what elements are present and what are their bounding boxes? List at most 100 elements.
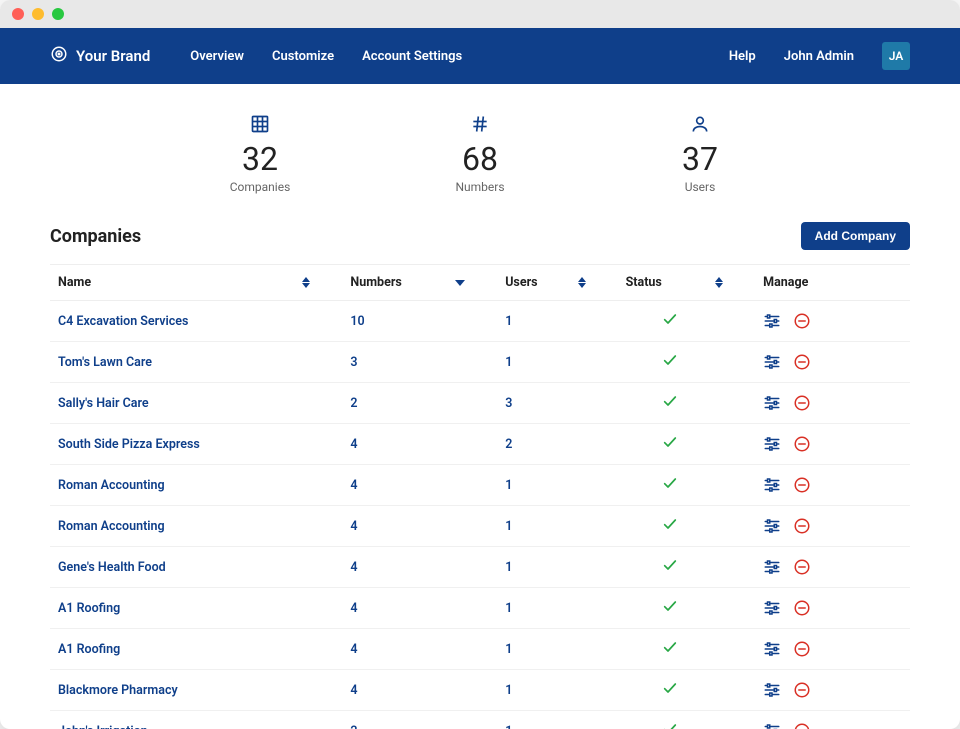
settings-icon[interactable]	[763, 722, 781, 729]
col-header-manage-label: Manage	[763, 275, 808, 290]
company-numbers: 4	[342, 670, 497, 711]
avatar[interactable]: JA	[882, 42, 910, 70]
stat-companies: 32 Companies	[210, 114, 310, 194]
company-numbers: 10	[342, 301, 497, 342]
col-header-manage: Manage	[755, 265, 910, 301]
remove-icon[interactable]	[793, 640, 811, 658]
stat-users-value: 37	[650, 140, 750, 178]
company-users: 1	[497, 670, 617, 711]
company-name-link[interactable]: Gene's Health Food	[50, 547, 342, 588]
window-maximize-icon[interactable]	[52, 8, 64, 20]
settings-icon[interactable]	[763, 558, 781, 576]
col-header-status[interactable]: Status	[618, 265, 756, 301]
settings-icon[interactable]	[763, 353, 781, 371]
settings-icon[interactable]	[763, 517, 781, 535]
numbers-icon	[430, 114, 530, 138]
window-close-icon[interactable]	[12, 8, 24, 20]
company-numbers: 3	[342, 342, 497, 383]
company-name-link[interactable]: A1 Roofing	[50, 588, 342, 629]
col-header-users[interactable]: Users	[497, 265, 617, 301]
status-ok-icon	[662, 644, 678, 659]
company-name-link[interactable]: Blackmore Pharmacy	[50, 670, 342, 711]
company-numbers: 2	[342, 711, 497, 729]
section-header: Companies Add Company	[50, 222, 910, 250]
table-row: C4 Excavation Services101	[50, 301, 910, 342]
settings-icon[interactable]	[763, 681, 781, 699]
settings-icon[interactable]	[763, 640, 781, 658]
table-row: Roman Accounting41	[50, 465, 910, 506]
remove-icon[interactable]	[793, 312, 811, 330]
remove-icon[interactable]	[793, 599, 811, 617]
status-ok-icon	[662, 357, 678, 372]
company-users: 1	[497, 465, 617, 506]
settings-icon[interactable]	[763, 312, 781, 330]
remove-icon[interactable]	[793, 353, 811, 371]
company-name-link[interactable]: C4 Excavation Services	[50, 301, 342, 342]
table-row: A1 Roofing41	[50, 629, 910, 670]
col-header-name-label: Name	[58, 275, 91, 290]
settings-icon[interactable]	[763, 435, 781, 453]
stat-companies-value: 32	[210, 140, 310, 178]
top-navbar: Your Brand Overview Customize Account Se…	[0, 28, 960, 84]
col-header-name[interactable]: Name	[50, 265, 342, 301]
status-ok-icon	[662, 685, 678, 700]
status-ok-icon	[662, 439, 678, 454]
stat-companies-label: Companies	[210, 180, 310, 194]
company-name-link[interactable]: A1 Roofing	[50, 629, 342, 670]
table-row: A1 Roofing41	[50, 588, 910, 629]
remove-icon[interactable]	[793, 517, 811, 535]
nav-user-name[interactable]: John Admin	[784, 49, 854, 64]
remove-icon[interactable]	[793, 722, 811, 729]
col-header-users-label: Users	[505, 275, 537, 290]
remove-icon[interactable]	[793, 681, 811, 699]
company-users: 1	[497, 711, 617, 729]
company-numbers: 4	[342, 588, 497, 629]
company-numbers: 4	[342, 506, 497, 547]
nav-account-settings[interactable]: Account Settings	[362, 49, 462, 64]
table-row: Tom's Lawn Care31	[50, 342, 910, 383]
table-row: Roman Accounting41	[50, 506, 910, 547]
remove-icon[interactable]	[793, 558, 811, 576]
company-name-link[interactable]: Roman Accounting	[50, 506, 342, 547]
col-header-numbers-label: Numbers	[350, 275, 401, 290]
company-name-link[interactable]: Tom's Lawn Care	[50, 342, 342, 383]
company-name-link[interactable]: John's Irrigation	[50, 711, 342, 729]
company-users: 1	[497, 629, 617, 670]
status-ok-icon	[662, 562, 678, 577]
sort-desc-icon	[455, 280, 465, 286]
table-row: South Side Pizza Express42	[50, 424, 910, 465]
nav-overview[interactable]: Overview	[190, 49, 244, 64]
company-users: 3	[497, 383, 617, 424]
company-name-link[interactable]: Sally's Hair Care	[50, 383, 342, 424]
company-numbers: 2	[342, 383, 497, 424]
main-content: 32 Companies 68 Numbers 37 Users Compani…	[0, 84, 960, 729]
company-name-link[interactable]: South Side Pizza Express	[50, 424, 342, 465]
add-company-button[interactable]: Add Company	[801, 222, 910, 250]
settings-icon[interactable]	[763, 476, 781, 494]
remove-icon[interactable]	[793, 435, 811, 453]
status-ok-icon	[662, 521, 678, 536]
brand[interactable]: Your Brand	[50, 45, 150, 67]
remove-icon[interactable]	[793, 476, 811, 494]
companies-table: Name Numbers Users	[50, 264, 910, 729]
col-header-status-label: Status	[626, 275, 662, 290]
company-numbers: 4	[342, 465, 497, 506]
stat-numbers-value: 68	[430, 140, 530, 178]
company-numbers: 4	[342, 547, 497, 588]
company-users: 2	[497, 424, 617, 465]
company-users: 1	[497, 342, 617, 383]
users-icon	[650, 114, 750, 138]
status-ok-icon	[662, 480, 678, 495]
sort-icon	[715, 277, 723, 288]
nav-customize[interactable]: Customize	[272, 49, 334, 64]
company-name-link[interactable]: Roman Accounting	[50, 465, 342, 506]
nav-help[interactable]: Help	[729, 49, 756, 64]
col-header-numbers[interactable]: Numbers	[342, 265, 497, 301]
settings-icon[interactable]	[763, 394, 781, 412]
window-minimize-icon[interactable]	[32, 8, 44, 20]
company-users: 1	[497, 588, 617, 629]
status-ok-icon	[662, 603, 678, 618]
remove-icon[interactable]	[793, 394, 811, 412]
settings-icon[interactable]	[763, 599, 781, 617]
sort-icon	[578, 277, 586, 288]
